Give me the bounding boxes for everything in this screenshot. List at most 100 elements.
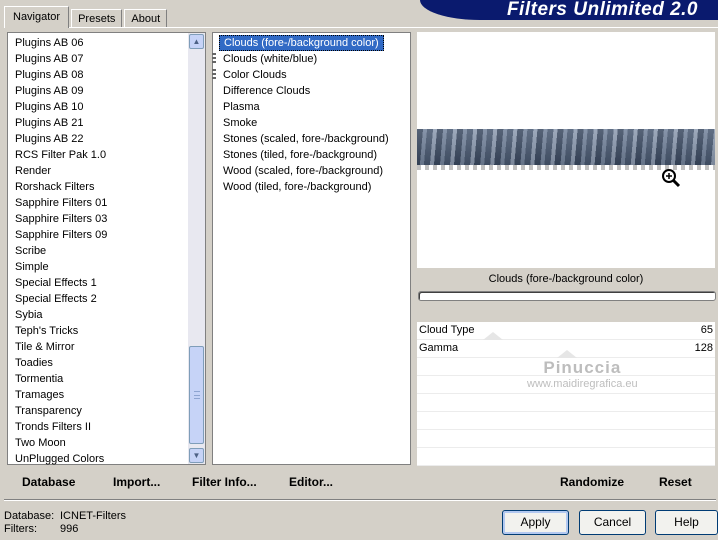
filter-item-label: Wood (tiled, fore-/background): [223, 181, 372, 193]
category-item[interactable]: Simple: [15, 259, 107, 275]
parameter-controls: Cloud Type 65 Gamma 128 Pinuccia www.mai…: [417, 322, 715, 466]
filter-item-label: Clouds (fore-/background color): [219, 35, 384, 51]
filter-item-label: Clouds (white/blue): [223, 53, 318, 65]
filter-item[interactable]: Plasma: [219, 99, 393, 115]
filter-item[interactable]: Difference Clouds: [219, 83, 393, 99]
scroll-down-icon[interactable]: ▼: [189, 448, 204, 463]
category-item[interactable]: Sapphire Filters 09: [15, 227, 107, 243]
progress-bar: [418, 291, 716, 301]
filter-item[interactable]: Wood (tiled, fore-/background): [219, 179, 393, 195]
favorite-marker-icon: [212, 69, 216, 81]
filter-item-label: Stones (tiled, fore-/background): [223, 149, 378, 161]
category-item[interactable]: Special Effects 1: [15, 275, 107, 291]
filters-info: Filters: 996: [4, 523, 78, 535]
category-items: Plugins AB 06 Plugins AB 07 Plugins AB 08 P…: [15, 35, 107, 467]
watermark-url: www.maidiregrafica.eu: [527, 378, 638, 390]
preview-pane[interactable]: [417, 32, 715, 268]
category-item[interactable]: Tormentia: [15, 371, 107, 387]
category-item[interactable]: Plugins AB 21: [15, 115, 107, 131]
empty-control-row: [417, 412, 715, 430]
slider-handle[interactable]: [483, 332, 503, 340]
tab-strip: Navigator Presets About: [4, 6, 169, 28]
clouds-preview-image: [417, 129, 715, 165]
slider-cloud-type[interactable]: Cloud Type 65: [417, 322, 715, 340]
category-item[interactable]: Two Moon: [15, 435, 107, 451]
category-item[interactable]: Tramages: [15, 387, 107, 403]
category-item[interactable]: Plugins AB 06: [15, 35, 107, 51]
filter-item[interactable]: Clouds (white/blue): [212, 51, 393, 67]
param-value: 128: [694, 342, 713, 354]
filter-list[interactable]: Clouds (fore-/background color) Clouds (w…: [212, 32, 411, 465]
filter-item[interactable]: Stones (scaled, fore-/background): [219, 131, 393, 147]
filter-item-label: Smoke: [223, 117, 258, 129]
category-item[interactable]: Render: [15, 163, 107, 179]
randomize-link[interactable]: Randomize: [560, 475, 624, 489]
filters-count: 996: [60, 523, 79, 535]
empty-control-row: [417, 430, 715, 448]
filter-items: Clouds (fore-/background color) Clouds (w…: [212, 35, 393, 195]
tab-about[interactable]: About: [124, 9, 168, 28]
database-link[interactable]: Database: [22, 475, 75, 489]
database-info: Database: ICNET-Filters: [4, 510, 126, 522]
banner-title: Filters Unlimited 2.0: [506, 0, 698, 20]
filter-info-link[interactable]: Filter Info...: [192, 475, 257, 489]
slider-gamma[interactable]: Gamma 128: [417, 340, 715, 358]
param-label: Cloud Type: [419, 324, 475, 336]
category-item[interactable]: Plugins AB 22: [15, 131, 107, 147]
cancel-button[interactable]: Cancel: [579, 510, 646, 535]
filter-item[interactable]: Clouds (fore-/background color): [219, 35, 393, 51]
apply-button[interactable]: Apply: [502, 510, 569, 535]
filter-item-label: Difference Clouds: [223, 85, 311, 97]
param-value: 65: [700, 324, 713, 336]
import-link[interactable]: Import...: [113, 475, 160, 489]
current-filter-name: Clouds (fore-/background color): [488, 273, 644, 285]
reset-link[interactable]: Reset: [659, 475, 692, 489]
watermark-name: Pinuccia: [543, 358, 622, 377]
category-item[interactable]: Sapphire Filters 03: [15, 211, 107, 227]
scroll-up-icon[interactable]: ▲: [189, 34, 204, 49]
filter-item-label: Plasma: [223, 101, 260, 113]
category-item[interactable]: Teph's Tricks: [15, 323, 107, 339]
category-item[interactable]: Tronds Filters II: [15, 419, 107, 435]
editor-link[interactable]: Editor...: [289, 475, 333, 489]
filter-item-label: Color Clouds: [223, 69, 287, 81]
title-banner: Filters Unlimited 2.0: [420, 0, 718, 20]
filter-item-label: Wood (scaled, fore-/background): [223, 165, 383, 177]
category-item[interactable]: Rorshack Filters: [15, 179, 107, 195]
scroll-thumb[interactable]: [189, 346, 204, 444]
separator: [4, 499, 716, 501]
category-item[interactable]: Special Effects 2: [15, 291, 107, 307]
category-item[interactable]: Toadies: [15, 355, 107, 371]
filter-item-label: Stones (scaled, fore-/background): [223, 133, 389, 145]
favorite-marker-icon: [212, 53, 216, 65]
empty-control-row: [417, 448, 715, 466]
watermark: Pinuccia www.maidiregrafica.eu: [527, 358, 638, 390]
empty-control-row: [417, 394, 715, 412]
category-item[interactable]: Plugins AB 10: [15, 99, 107, 115]
category-item[interactable]: Plugins AB 08: [15, 67, 107, 83]
category-item[interactable]: RCS Filter Pak 1.0: [15, 147, 107, 163]
database-value: ICNET-Filters: [60, 510, 126, 522]
category-item[interactable]: Transparency: [15, 403, 107, 419]
tab-presets[interactable]: Presets: [71, 9, 123, 28]
tab-navigator[interactable]: Navigator: [4, 6, 70, 28]
slider-handle[interactable]: [557, 350, 577, 358]
category-item[interactable]: Plugins AB 07: [15, 51, 107, 67]
zoom-in-icon[interactable]: [660, 167, 682, 189]
category-item[interactable]: UnPlugged Colors: [15, 451, 107, 467]
category-item[interactable]: Sybia: [15, 307, 107, 323]
filters-label: Filters:: [4, 523, 37, 535]
database-label: Database:: [4, 510, 55, 522]
filter-item[interactable]: Stones (tiled, fore-/background): [219, 147, 393, 163]
filter-item[interactable]: Smoke: [219, 115, 393, 131]
category-list[interactable]: Plugins AB 06 Plugins AB 07 Plugins AB 08 P…: [7, 32, 206, 465]
category-item[interactable]: Tile & Mirror: [15, 339, 107, 355]
help-button[interactable]: Help: [655, 510, 718, 535]
category-scrollbar[interactable]: ▲ ▼: [188, 33, 205, 464]
category-item[interactable]: Plugins AB 09: [15, 83, 107, 99]
category-item[interactable]: Sapphire Filters 01: [15, 195, 107, 211]
filter-item[interactable]: Wood (scaled, fore-/background): [219, 163, 393, 179]
category-item[interactable]: Scribe: [15, 243, 107, 259]
param-label: Gamma: [419, 342, 459, 354]
filter-item[interactable]: Color Clouds: [212, 67, 393, 83]
